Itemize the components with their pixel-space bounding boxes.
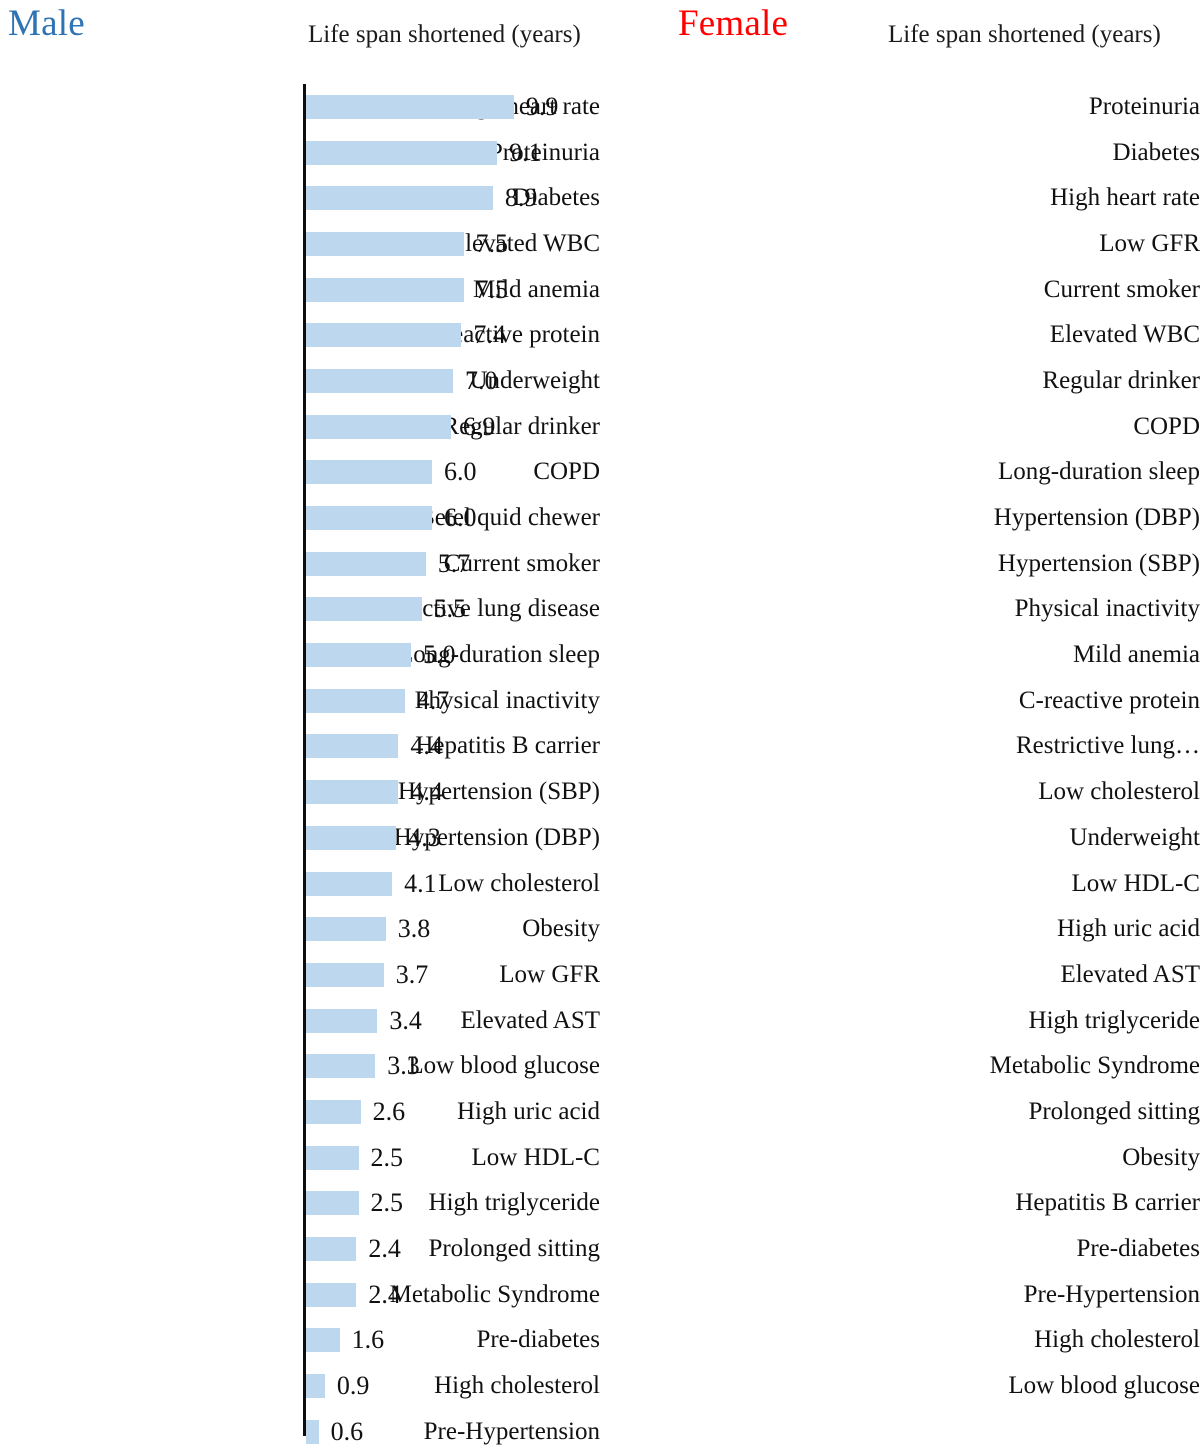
- female-panel: Proteinuria10.1Diabetes8.9High heart rat…: [600, 0, 1200, 1447]
- bar-row: Mild anemia4.9: [600, 632, 1200, 678]
- bar-category-label: Diabetes: [1112, 138, 1200, 166]
- bar-row: Low GFR7.3: [600, 221, 1200, 267]
- bar-category-label: Current smoker: [1043, 275, 1200, 303]
- bar-category-label: COPD: [1133, 412, 1200, 440]
- bar-row: Low cholesterol4.7: [600, 769, 1200, 815]
- female-panel-title: Female: [678, 3, 789, 44]
- bar-with-value: 0.6: [306, 1416, 364, 1446]
- bar: [306, 1419, 319, 1444]
- bar-row: High heart rate8.9: [600, 175, 1200, 221]
- bar-category-label: High uric acid: [1056, 915, 1200, 943]
- bar-category-label: Physical inactivity: [1014, 595, 1200, 623]
- bar-row: Elevated WBC6.6: [600, 312, 1200, 358]
- bar-category-label: Obesity: [1122, 1143, 1200, 1171]
- bar-category-label: Low GFR: [1099, 229, 1200, 257]
- bar-row: COPD6.0: [600, 404, 1200, 450]
- bar-category-label: Hypertension (SBP): [997, 549, 1200, 577]
- bar-row: Current smoker7.0: [600, 267, 1200, 313]
- male-axis-title: Life span shortened (years): [308, 21, 581, 48]
- bar-row: Hepatitis B carrier2.2: [600, 1181, 1200, 1227]
- bar-category-label: Long-duration sleep: [997, 458, 1200, 486]
- bar-row: Regular drinker6.4: [600, 358, 1200, 404]
- bar-row: Pre-diabetes1.1: [600, 1226, 1200, 1272]
- bar-row: Low HDL-C4.3: [600, 861, 1200, 907]
- bar-category-label: Pre-Hypertension: [1023, 1280, 1200, 1308]
- bar-row: Metabolic Syndrome3.2: [600, 1043, 1200, 1089]
- bar-category-label: Regular drinker: [1042, 366, 1200, 394]
- female-axis-title: Life span shortened (years): [888, 21, 1161, 48]
- bar-category-label: Underweight: [1069, 823, 1200, 851]
- bar-row: Pre-Hypertension 0.6: [0, 1409, 600, 1455]
- bar-row: Long-duration sleep5.3: [600, 450, 1200, 496]
- bar-category-label: Proteinuria: [1088, 92, 1200, 120]
- bar-category-label: Low cholesterol: [1038, 778, 1200, 806]
- bar-row: High uric acid4.1: [600, 906, 1200, 952]
- bar-row: Restrictive lung…4.8: [600, 724, 1200, 770]
- bar-category-label: High heart rate: [1050, 184, 1200, 212]
- bar-row: Low blood glucose0.8: [600, 1363, 1200, 1409]
- male-panel: Male Life span shortened (years) High he…: [0, 0, 600, 1447]
- bar-category-label: Pre-diabetes: [1076, 1235, 1200, 1263]
- bar-row: Underweight4.3: [600, 815, 1200, 861]
- bar-row: Physical inactivity5.1: [600, 587, 1200, 633]
- bar-category-label: High cholesterol: [1034, 1326, 1200, 1354]
- male-panel-title: Male: [8, 3, 85, 44]
- bar-category-label: Prolonged sitting: [1028, 1097, 1200, 1125]
- bar-category-label: Metabolic Syndrome: [989, 1052, 1200, 1080]
- bar-row: High triglyceride3.4: [600, 998, 1200, 1044]
- bar-row: Hypertension (DBP)5.2: [600, 495, 1200, 541]
- bar-category-label: Low HDL-C: [1071, 869, 1200, 897]
- bar-category-label: C-reactive protein: [1018, 686, 1200, 714]
- bar-row: Prolonged sitting2.9: [600, 1089, 1200, 1135]
- female-bar-list: Proteinuria10.1Diabetes8.9High heart rat…: [600, 84, 1200, 1409]
- bar-row: Obesity2.6: [600, 1135, 1200, 1181]
- bar-category-label: Mild anemia: [1072, 641, 1200, 669]
- bar-row: Proteinuria10.1: [600, 84, 1200, 130]
- bar-category-label: Restrictive lung…: [1016, 732, 1200, 760]
- bar-category-label: Low blood glucose: [1008, 1372, 1200, 1400]
- bar-row: Diabetes8.9: [600, 130, 1200, 176]
- bar-row: High cholesterol1.0: [600, 1318, 1200, 1364]
- bar-category-label: High triglyceride: [1028, 1006, 1200, 1034]
- bar-value-label: 0.6: [330, 1416, 364, 1446]
- bar-row: Pre-Hypertension1.1: [600, 1272, 1200, 1318]
- bar-category-label: Hepatitis B carrier: [1015, 1189, 1200, 1217]
- bar-category-label: Elevated AST: [1060, 960, 1200, 988]
- bar-category-label: Hypertension (DBP): [993, 504, 1200, 532]
- figure-root: Male Life span shortened (years) High he…: [0, 0, 1200, 1447]
- bar-row: C-reactive protein4.9: [600, 678, 1200, 724]
- bar-row: Elevated AST3.7: [600, 952, 1200, 998]
- bar-row: Hypertension (SBP)5.2: [600, 541, 1200, 587]
- bar-category-label: Elevated WBC: [1049, 321, 1200, 349]
